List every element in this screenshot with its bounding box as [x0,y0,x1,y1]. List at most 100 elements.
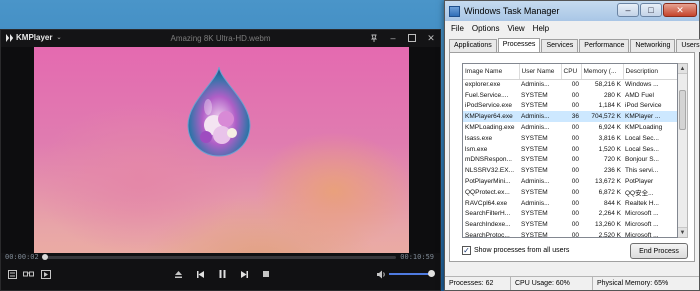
table-row[interactable]: lsm.exe SYSTEM 00 1,520 K Local Ses... [463,144,677,155]
cpu-cell: 00 [571,188,579,196]
description-cell: Windows ... [625,81,659,89]
image-name-cell: SearchIndexe... [465,221,511,229]
user-name-cell: Adminis... [521,124,550,132]
maximize-button[interactable] [407,33,417,43]
task-manager-title: Windows Task Manager [464,6,560,16]
tab-applications[interactable]: Applications [449,39,497,52]
menu-file[interactable]: File [451,24,464,33]
volume-handle[interactable] [427,270,435,277]
task-manager-titlebar[interactable]: Windows Task Manager – □ ✕ [445,1,699,21]
table-row[interactable]: mDNSRespon... SYSTEM 00 720 K Bonjour S... [463,155,677,166]
current-time: 00:00:02 [5,253,39,261]
user-name-cell: SYSTEM [521,210,548,218]
tab-users[interactable]: Users [676,39,700,52]
tab-services[interactable]: Services [541,39,579,52]
image-name-cell: lsm.exe [465,145,488,153]
cpu-cell: 00 [571,145,579,153]
seek-bar[interactable] [42,254,396,260]
description-cell: This servi... [625,167,659,175]
scroll-up-icon[interactable]: ▲ [678,64,687,74]
maximize-button[interactable]: □ [640,3,662,17]
minimize-button[interactable]: – [617,3,639,17]
description-cell: Local Sec... [625,134,659,142]
description-cell: Microsoft ... [625,210,659,218]
user-name-cell: SYSTEM [521,145,548,153]
scrollbar-thumb[interactable] [679,90,686,130]
memory-cell: 2,264 K [598,210,621,218]
cpu-cell: 00 [571,167,579,175]
table-row[interactable]: lsass.exe SYSTEM 00 3,816 K Local Sec... [463,133,677,144]
table-row[interactable]: QQProtect.ex... SYSTEM 00 6,872 K QQ安全... [463,187,677,198]
checkbox-checked-icon[interactable]: ✓ [462,246,471,255]
memory-cell: 704,572 K [581,111,623,123]
image-name-cell: NLSSRV32.EX... [465,167,515,175]
water-droplet-image [187,67,251,157]
cpu-cell: 00 [571,232,579,238]
table-row[interactable]: SearchProtoc... SYSTEM 00 2,520 K Microsoft … [463,230,677,238]
table-row[interactable]: SearchFilterH... SYSTEM 00 2,264 K Microsoft… [463,209,677,220]
cpu-cell: 00 [571,102,579,110]
video-frame[interactable] [34,47,409,287]
eject-icon[interactable] [171,267,185,281]
column-header-image-name[interactable]: Image Name [463,64,520,80]
cpu-cell: 00 [571,199,579,207]
kmplayer-app-name: KMPlayer [16,33,53,42]
speaker-icon[interactable] [374,267,388,281]
menu-bar: File Options View Help [445,21,699,35]
table-row[interactable]: KMPLoading.exe Adminis... 00 6,924 K KMPLoad… [463,122,677,133]
tab-processes[interactable]: Processes [497,38,541,52]
table-row[interactable]: KMPlayer64.exe Adminis... 36 704,572 K KMPla… [463,111,677,123]
memory-cell: 844 K [604,199,621,207]
memory-cell: 58,216 K [594,81,621,89]
pause-icon[interactable] [215,267,229,281]
close-button[interactable]: ✕ [426,33,436,43]
minimize-button[interactable]: – [388,33,398,43]
show-all-processes-checkbox[interactable]: ✓ Show processes from all users [462,246,569,255]
column-header-description[interactable]: Description [623,64,677,80]
seek-handle[interactable] [42,254,49,260]
memory-cell: 6,872 K [598,188,621,196]
user-name-cell: SYSTEM [521,134,548,142]
3d-glasses-icon[interactable] [21,267,35,281]
cpu-cell: 00 [571,134,579,142]
table-row[interactable]: Fuel.Service.... SYSTEM 00 280 K AMD Fuel [463,90,677,101]
kmplayer-menu-button[interactable]: KMPlayer ⌄ [6,33,62,42]
previous-icon[interactable] [193,267,207,281]
next-icon[interactable] [237,267,251,281]
end-process-button[interactable]: End Process [630,243,688,259]
table-row[interactable]: PotPlayerMini... Adminis... 00 13,672 K PotP… [463,176,677,187]
tab-networking[interactable]: Networking [630,39,676,52]
menu-view[interactable]: View [507,24,524,33]
column-header-memory[interactable]: Memory (... [581,64,624,80]
column-header-user-name[interactable]: User Name [519,64,562,80]
description-cell: KMPlayer ... [623,111,677,123]
memory-cell: 1,184 K [598,102,621,110]
total-time: 00:10:59 [400,253,434,261]
user-name-cell: SYSTEM [521,91,548,99]
process-list[interactable]: Image Name User Name CPU Memory (... Des… [462,63,678,238]
table-row[interactable]: SearchIndexe... SYSTEM 00 13,260 K Microsoft… [463,219,677,230]
image-name-cell: explorer.exe [465,81,501,89]
kmplayer-window: KMPlayer ⌄ Amazing 8K Ultra-HD.webm – ✕ [0,29,441,291]
cpu-cell: 00 [571,156,579,164]
tab-performance[interactable]: Performance [579,39,630,52]
cpu-cell: 00 [571,81,579,89]
table-row[interactable]: RAVCpl64.exe Adminis... 00 844 K Realtek H..… [463,198,677,209]
process-list-scrollbar[interactable]: ▲ ▼ [678,63,688,238]
table-row[interactable]: iPodService.exe SYSTEM 00 1,184 K iPod Servi… [463,101,677,112]
stop-icon[interactable] [259,267,273,281]
kmplayer-titlebar[interactable]: KMPlayer ⌄ Amazing 8K Ultra-HD.webm – ✕ [1,30,440,47]
menu-help[interactable]: Help [533,24,549,33]
table-row[interactable]: NLSSRV32.EX... SYSTEM 00 236 K This servi... [463,165,677,176]
playlist-icon[interactable] [5,267,19,281]
volume-slider[interactable] [389,270,435,277]
menu-options[interactable]: Options [472,24,500,33]
kmplayer-logo-icon [6,33,14,42]
control-box-icon[interactable] [39,267,53,281]
column-header-cpu[interactable]: CPU [561,64,582,80]
close-button[interactable]: ✕ [663,3,697,17]
table-row[interactable]: explorer.exe Adminis... 00 58,216 K Windows … [463,79,677,90]
scroll-down-icon[interactable]: ▼ [678,227,687,237]
cpu-cell: 00 [571,178,579,186]
pin-icon[interactable] [369,33,379,43]
